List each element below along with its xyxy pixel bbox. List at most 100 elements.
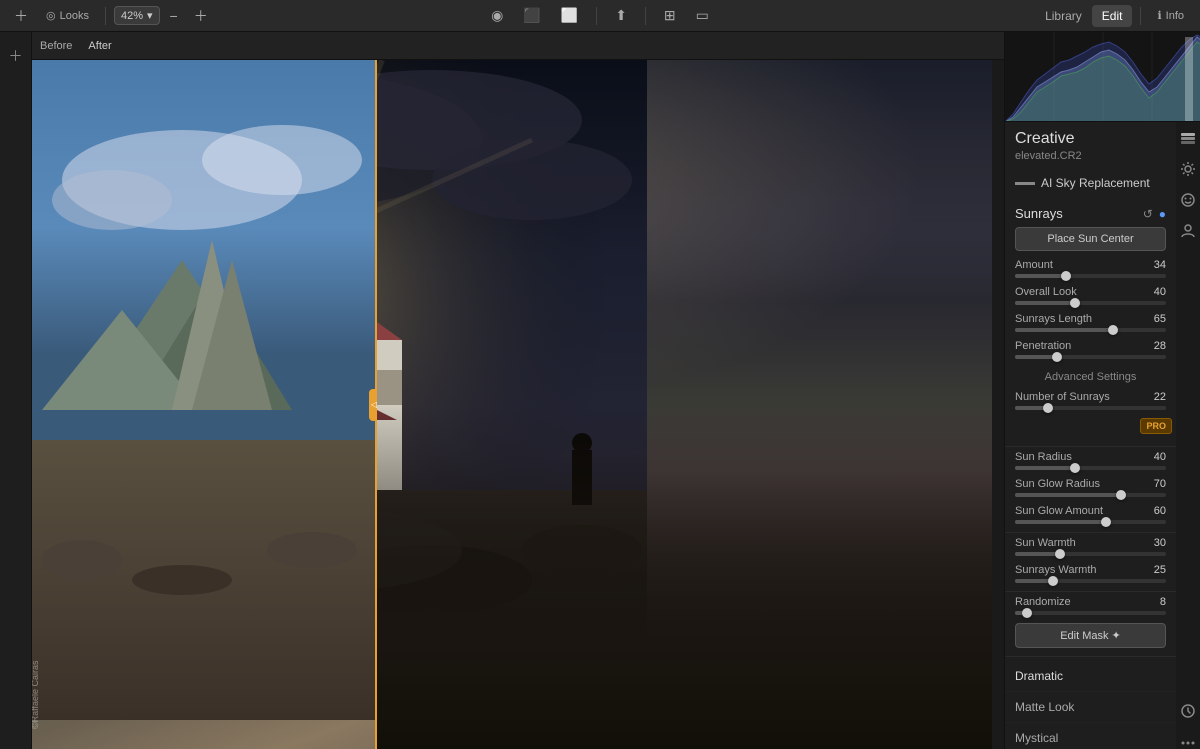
slider-sunrays-length: Sunrays Length 65 [1015, 313, 1166, 332]
sun-warmth-slider[interactable] [1015, 552, 1166, 556]
randomize-section: Randomize 8 [1005, 596, 1176, 615]
sun-radius-label: Sun Radius [1015, 451, 1072, 463]
sun-radius-slider[interactable] [1015, 466, 1166, 470]
section-title: Sunrays [1015, 206, 1063, 221]
share-button[interactable]: ⬆ [609, 5, 633, 26]
right-panel: Creative elevated.CR2 AI Sky Replacement… [1004, 32, 1200, 749]
looks-label: Looks [60, 10, 89, 22]
sun-warmth-label: Sun Warmth [1015, 537, 1076, 549]
bottom-section-item-dramatic[interactable]: Dramatic [1005, 661, 1176, 692]
before-panel: ◁▷ ©Raffaele Cairas [32, 60, 377, 749]
zoom-out-button[interactable]: − [164, 6, 184, 26]
number-of-sunrays-value: 22 [1142, 391, 1166, 403]
sunrays-warmth-slider[interactable] [1015, 579, 1166, 583]
preview-button[interactable]: ◉ [485, 5, 509, 26]
compare-button[interactable]: ⬛ [517, 5, 546, 26]
looks-button[interactable]: ◎ Looks [38, 7, 97, 24]
number-of-sunrays-label: Number of Sunrays [1015, 391, 1110, 403]
sky-banner-label: AI Sky Replacement [1041, 176, 1150, 190]
slider-sunrays-warmth: Sunrays Warmth 25 [1015, 564, 1166, 583]
sun-glow-radius-slider[interactable] [1015, 493, 1166, 497]
histogram [1005, 32, 1200, 122]
sky-banner[interactable]: AI Sky Replacement [1005, 170, 1176, 196]
add-button[interactable]: ＋ [8, 4, 34, 28]
matte-look-label: Matte Look [1015, 700, 1074, 714]
toolbar: ＋ ◎ Looks 42% ▾ − ＋ ◉ ⬛ ⬜ ⬆ ⊞ ▭ Library … [0, 0, 1200, 32]
panel-header: Creative elevated.CR2 [1005, 122, 1176, 166]
slider-sun-radius: Sun Radius 40 [1015, 451, 1166, 470]
face-icon[interactable] [1180, 192, 1196, 211]
edit-mask-button[interactable]: Edit Mask ✦ [1015, 623, 1166, 648]
panel-subtitle: elevated.CR2 [1015, 150, 1166, 162]
info-text: Info [1166, 10, 1184, 22]
library-button[interactable]: Library [1035, 5, 1092, 27]
zoom-in-button[interactable]: ＋ [188, 4, 214, 28]
watermark: ©Raffaele Cairas [32, 661, 40, 730]
number-of-sunrays-slider[interactable] [1015, 406, 1166, 410]
crop-button[interactable]: ⬜ [555, 5, 584, 26]
divider2 [1005, 532, 1176, 533]
sun-glow-radius-label: Sun Glow Radius [1015, 478, 1100, 490]
penetration-label: Penetration [1015, 340, 1071, 352]
sun-radius-value: 40 [1142, 451, 1166, 463]
more-icon[interactable] [1180, 734, 1196, 749]
overall-look-slider[interactable] [1015, 301, 1166, 305]
amount-label: Amount [1015, 259, 1053, 271]
toggle-icon[interactable]: ● [1159, 207, 1166, 221]
dramatic-label: Dramatic [1015, 669, 1063, 683]
nav-right: Library Edit [1035, 5, 1132, 27]
emoji-icon[interactable] [1180, 223, 1196, 242]
place-sun-center-button[interactable]: Place Sun Center [1015, 227, 1166, 251]
reset-icon[interactable]: ↺ [1143, 207, 1153, 221]
pro-badge-area: PRO [1005, 418, 1176, 442]
split-arrows-icon: ◁▷ [371, 400, 377, 409]
left-sidebar: ＋ [0, 32, 32, 749]
canvas-area: Before After [32, 32, 1004, 749]
slider-sun-warmth: Sun Warmth 30 [1015, 537, 1166, 556]
split-handle[interactable]: ◁▷ [369, 389, 377, 421]
before-image [32, 60, 377, 749]
amount-slider[interactable] [1015, 274, 1166, 278]
edit-panel[interactable]: Creative elevated.CR2 AI Sky Replacement… [1005, 122, 1176, 749]
sunrays-warmth-label: Sunrays Warmth [1015, 564, 1097, 576]
bottom-section-item-matte[interactable]: Matte Look [1005, 692, 1176, 723]
sunrays-length-label: Sunrays Length [1015, 313, 1092, 325]
sunrays-section: Sunrays ↺ ● Place Sun Center Amount 34 [1005, 200, 1176, 410]
panels-wrapper: Creative elevated.CR2 AI Sky Replacement… [1005, 122, 1200, 749]
sunrays-length-slider[interactable] [1015, 328, 1166, 332]
separator4 [1140, 7, 1141, 25]
sun-glow-amount-slider[interactable] [1015, 520, 1166, 524]
toolbar-left: ＋ ◎ Looks 42% ▾ − ＋ [0, 4, 222, 28]
sun-warmth-value: 30 [1142, 537, 1166, 549]
advanced-settings-toggle[interactable]: Advanced Settings [1015, 367, 1166, 391]
slider-sun-glow-radius: Sun Glow Radius 70 [1015, 478, 1166, 497]
add-tool-icon[interactable]: ＋ [5, 40, 27, 72]
separator3 [645, 7, 646, 25]
advanced-sliders-section: Sun Radius 40 Sun Glow Radius 70 [1005, 451, 1176, 524]
randomize-label: Randomize [1015, 596, 1071, 608]
canvas-content[interactable]: ◁▷ ©Raffaele Cairas [32, 60, 1004, 749]
randomize-slider[interactable] [1015, 611, 1166, 615]
layers-icon[interactable] [1180, 130, 1196, 149]
edit-button[interactable]: Edit [1092, 5, 1133, 27]
bottom-section-item-mystical[interactable]: Mystical [1005, 723, 1176, 749]
penetration-value: 28 [1142, 340, 1166, 352]
after-label: After [88, 40, 111, 52]
after-panel [377, 60, 1004, 749]
sun-glow-radius-value: 70 [1142, 478, 1166, 490]
zoom-value: 42% [121, 10, 143, 22]
before-label: Before [40, 40, 72, 52]
history-icon[interactable] [1180, 703, 1196, 722]
grid-button[interactable]: ⊞ [658, 5, 682, 26]
zoom-display: 42% ▾ [114, 6, 160, 25]
info-label: ℹ Info [1149, 9, 1192, 22]
penetration-slider[interactable] [1015, 355, 1166, 359]
slider-sun-glow-amount: Sun Glow Amount 60 [1015, 505, 1166, 524]
randomize-value: 8 [1142, 596, 1166, 608]
panel-title: Creative [1015, 130, 1166, 148]
window-button[interactable]: ▭ [690, 5, 715, 26]
main: ＋ Before After [0, 32, 1200, 749]
sun-icon[interactable] [1180, 161, 1196, 180]
divider4 [1005, 656, 1176, 657]
pro-badge: PRO [1140, 418, 1172, 434]
